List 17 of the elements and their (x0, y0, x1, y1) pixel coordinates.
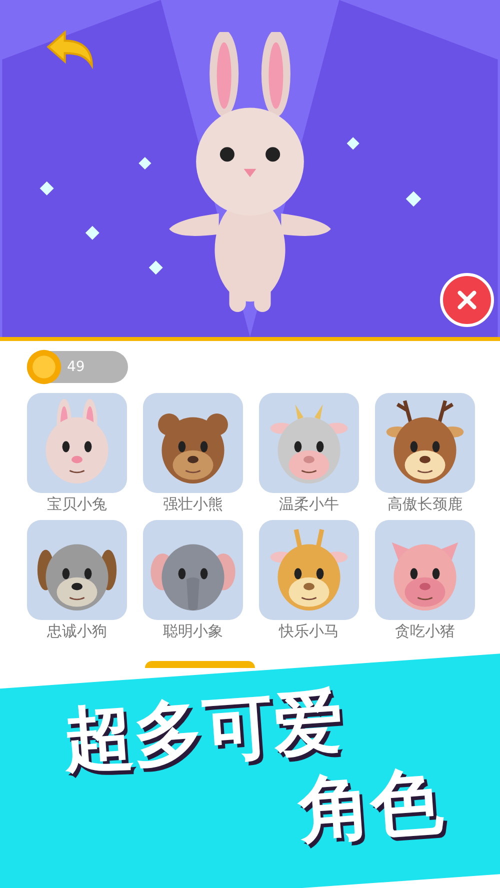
character-card[interactable] (375, 393, 475, 493)
back-arrow-icon[interactable] (44, 28, 96, 70)
character-name: 温柔小牛 (279, 495, 339, 514)
coin-icon (25, 348, 63, 386)
banner-subline: 角色 (296, 758, 446, 854)
character-name: 宝贝小兔 (47, 495, 107, 514)
close-icon (455, 288, 479, 312)
character-card[interactable] (259, 520, 359, 620)
character-name: 高傲长颈鹿 (388, 495, 462, 514)
coin-count: 49 (67, 359, 85, 375)
character-name: 强壮小熊 (163, 495, 223, 514)
character-card[interactable] (143, 393, 243, 493)
character-name: 贪吃小猪 (395, 622, 455, 641)
character-name: 忠诚小狗 (47, 622, 107, 641)
character-name: 聪明小象 (163, 622, 223, 641)
character-card[interactable] (27, 520, 127, 620)
character-name: 快乐小马 (279, 622, 339, 641)
